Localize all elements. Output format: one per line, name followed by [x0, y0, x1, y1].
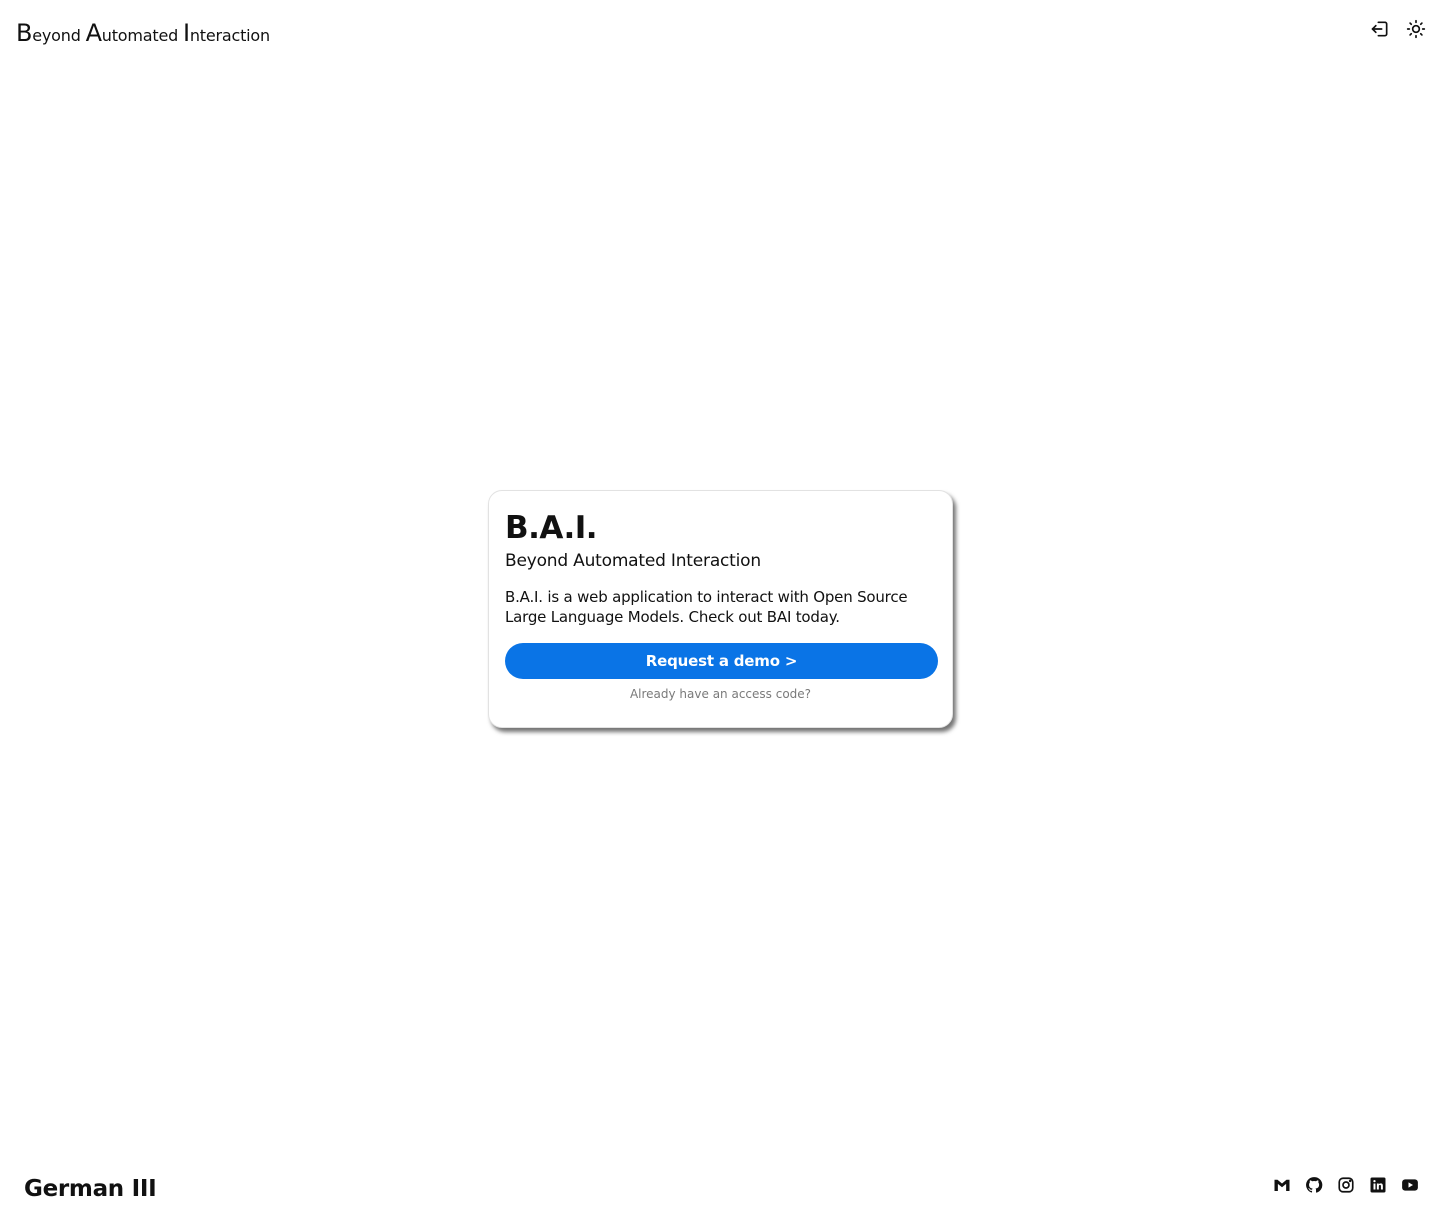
access-code-link[interactable]: Already have an access code? — [505, 687, 936, 701]
brand-initial-b: B — [16, 19, 33, 47]
brand-logo[interactable]: Beyond Automated Interaction — [16, 18, 270, 51]
youtube-icon — [1401, 1176, 1419, 1198]
youtube-link[interactable] — [1401, 1178, 1419, 1196]
intro-card: B.A.I. Beyond Automated Interaction B.A.… — [488, 490, 953, 728]
instagram-link[interactable] — [1337, 1176, 1355, 1198]
brand-initial-a: A — [85, 19, 102, 47]
footer-title: German III — [24, 1176, 157, 1202]
brand-initial-i: I — [182, 19, 190, 47]
brand-word-rest: eyond — [32, 26, 86, 45]
linkedin-icon — [1369, 1176, 1387, 1198]
sun-icon — [1406, 19, 1426, 43]
card-subtitle: Beyond Automated Interaction — [505, 551, 761, 571]
card-title: B.A.I. — [505, 510, 598, 546]
gmail-icon — [1273, 1176, 1291, 1198]
github-link[interactable] — [1305, 1176, 1323, 1198]
github-icon — [1305, 1176, 1323, 1198]
request-demo-button[interactable]: Request a demo > — [505, 643, 938, 679]
page: Beyond Automated Interaction B.A.I. Beyo… — [0, 0, 1441, 1209]
card-description: B.A.I. is a web application to interact … — [505, 588, 908, 626]
social-links — [1273, 1176, 1419, 1198]
login-button[interactable] — [1369, 20, 1391, 42]
instagram-icon — [1337, 1176, 1355, 1198]
header-actions — [1369, 19, 1427, 43]
brand-word-rest: nteraction — [189, 26, 270, 45]
gmail-link[interactable] — [1273, 1178, 1291, 1196]
login-icon — [1370, 19, 1390, 43]
theme-toggle-button[interactable] — [1405, 19, 1427, 43]
brand-word-rest: utomated — [101, 26, 183, 45]
linkedin-link[interactable] — [1369, 1176, 1387, 1198]
